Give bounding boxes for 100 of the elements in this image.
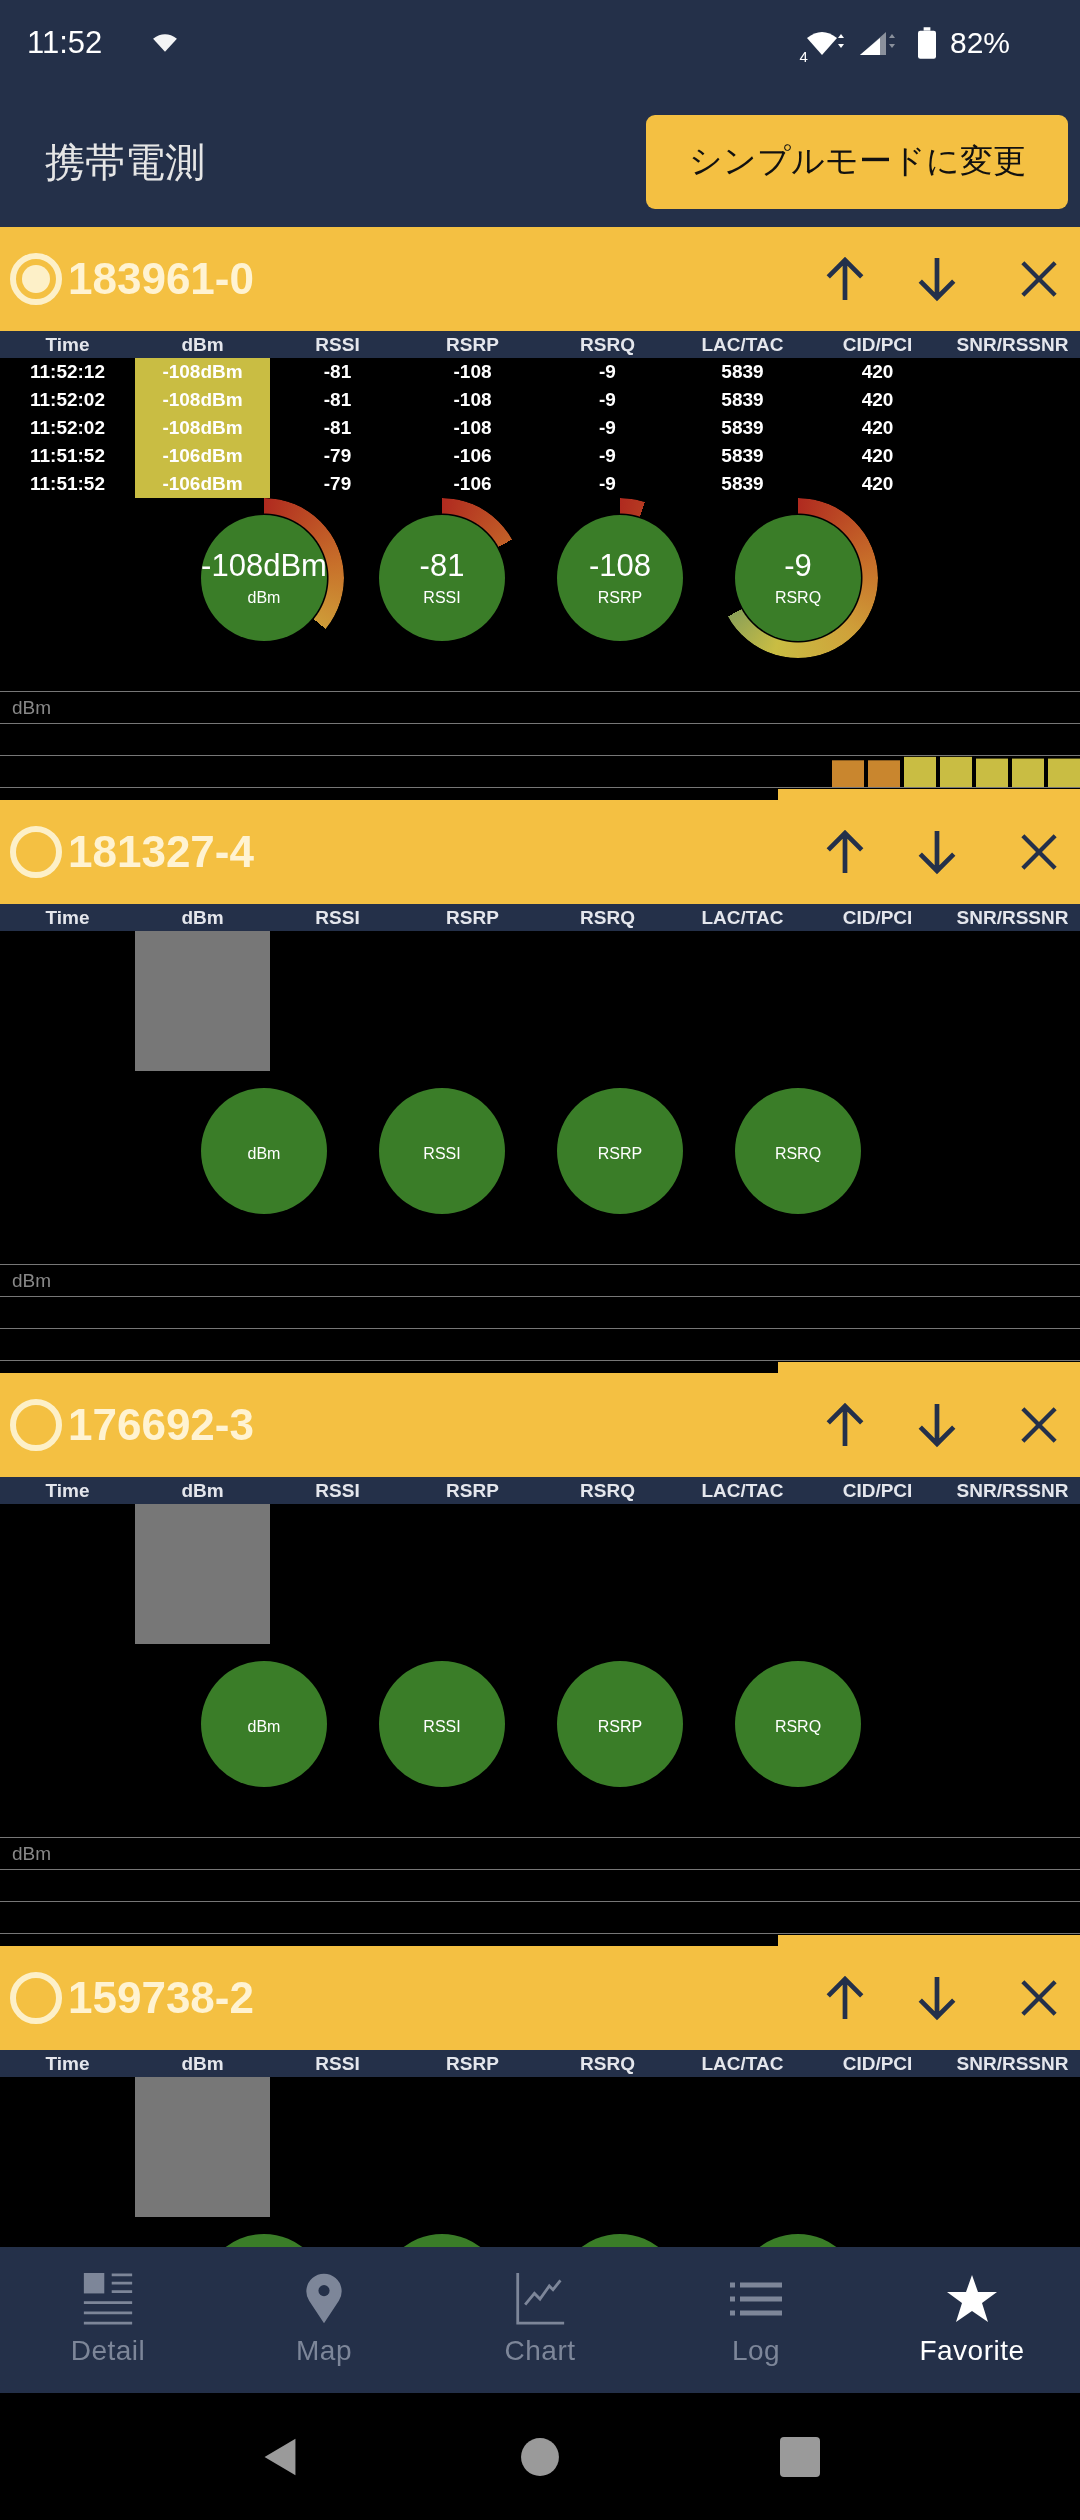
table-cell: -9: [599, 473, 616, 495]
battery-percent: 82%: [949, 25, 1010, 60]
table-cell: -108dBm: [162, 417, 243, 439]
gauge-label: RSSI: [423, 1718, 461, 1736]
gauge-label: RSRQ: [774, 589, 822, 608]
table-cell: 420: [861, 417, 894, 439]
table-cell: 420: [861, 389, 894, 411]
arrow-down-icon[interactable]: [916, 1402, 958, 1448]
arrow-up-icon[interactable]: [824, 256, 866, 302]
gauge-label: RSRP: [597, 589, 643, 608]
gauge-value: -108dBm: [201, 548, 327, 584]
radio-button[interactable]: [10, 1399, 62, 1451]
star-icon: [946, 2273, 998, 2325]
arrow-down-icon[interactable]: [916, 1975, 958, 2021]
table-cell: -106dBm: [162, 473, 243, 495]
column-header: RSSI: [315, 906, 360, 929]
column-header: LAC/TAC: [701, 2052, 784, 2075]
column-header: SNR/RSSNR: [956, 2052, 1069, 2075]
arrow-down-icon[interactable]: [916, 256, 958, 302]
close-icon[interactable]: [1020, 1406, 1058, 1444]
column-header: RSRP: [446, 906, 499, 929]
table-cell: -106dBm: [162, 445, 243, 467]
cell-id: 183961-0: [68, 254, 254, 304]
table-cell: -79: [323, 473, 352, 495]
table-cell: -81: [323, 361, 352, 383]
table-cell: -108: [453, 389, 492, 411]
table-cell: 11:52:02: [30, 389, 105, 411]
chart-label: dBm: [12, 1842, 52, 1865]
table-cell: 5839: [721, 361, 764, 383]
gauge-label: dBm: [247, 589, 281, 608]
column-header: SNR/RSSNR: [956, 333, 1069, 356]
column-header: RSRP: [446, 333, 499, 356]
gauge-label: RSSI: [423, 1145, 461, 1163]
nav-tab[interactable]: Map: [216, 2247, 432, 2393]
app-title: 携帯電測: [45, 137, 205, 187]
column-header: LAC/TAC: [701, 906, 784, 929]
nav-tab[interactable]: Chart: [432, 2247, 648, 2393]
gauge-label: RSSI: [423, 589, 461, 608]
table-cell: 11:52:02: [30, 417, 105, 439]
cell-id: 181327-4: [68, 827, 254, 877]
table-cell: -81: [323, 389, 352, 411]
column-header: LAC/TAC: [701, 1479, 784, 1502]
gauge-value: -108: [588, 548, 651, 584]
gauge-label: RSRP: [597, 1718, 643, 1736]
table-cell: -9: [599, 389, 616, 411]
arrow-down-icon[interactable]: [916, 829, 958, 875]
radio-button[interactable]: [10, 253, 62, 305]
table-cell: -9: [599, 361, 616, 383]
arrow-up-icon[interactable]: [824, 1402, 866, 1448]
column-header: RSRQ: [580, 906, 635, 929]
table-cell: 5839: [721, 445, 764, 467]
column-header: SNR/RSSNR: [956, 906, 1069, 929]
column-header: dBm: [181, 2052, 224, 2075]
column-header: LAC/TAC: [701, 333, 784, 356]
nav-tab[interactable]: Log: [648, 2247, 864, 2393]
nav-tab[interactable]: Favorite: [864, 2247, 1080, 2393]
wifi-icon: [152, 32, 179, 53]
recents-icon[interactable]: [780, 2436, 820, 2477]
gauge-value: -9: [784, 548, 812, 584]
radio-button[interactable]: [10, 1972, 62, 2024]
gauge-label: RSRQ: [774, 1718, 822, 1736]
column-header: RSRQ: [580, 2052, 635, 2075]
close-icon[interactable]: [1020, 833, 1058, 871]
gauge-value: -81: [419, 548, 465, 584]
column-header: Time: [45, 906, 90, 929]
home-icon[interactable]: [520, 2436, 560, 2477]
gauge-label: dBm: [247, 1718, 281, 1736]
column-header: Time: [45, 333, 90, 356]
column-header: RSRP: [446, 2052, 499, 2075]
table-cell: -106: [453, 473, 492, 495]
cell-id: 176692-3: [68, 1400, 254, 1450]
cell-id: 159738-2: [68, 1973, 254, 2023]
simple-mode-button[interactable]: シンプルモードに変更: [646, 114, 1068, 209]
column-header: dBm: [181, 906, 224, 929]
column-header: CID/PCI: [842, 333, 913, 356]
column-header: CID/PCI: [842, 906, 913, 929]
close-icon[interactable]: [1020, 260, 1058, 298]
table-cell: -108dBm: [162, 389, 243, 411]
table-cell: -81: [323, 417, 352, 439]
arrow-up-icon[interactable]: [824, 829, 866, 875]
table-cell: 420: [861, 445, 894, 467]
nav-tab[interactable]: Detail: [0, 2247, 216, 2393]
column-header: RSSI: [315, 2052, 360, 2075]
line-chart-icon: [514, 2273, 566, 2325]
radio-button[interactable]: [10, 826, 62, 878]
table-cell: -79: [323, 445, 352, 467]
table-cell: 11:51:52: [30, 445, 105, 467]
table-cell: -106: [453, 445, 492, 467]
arrow-up-icon[interactable]: [824, 1975, 866, 2021]
column-header: dBm: [181, 1479, 224, 1502]
chart-label: dBm: [12, 696, 52, 719]
column-header: CID/PCI: [842, 2052, 913, 2075]
table-cell: 5839: [721, 473, 764, 495]
close-icon[interactable]: [1020, 1979, 1058, 2017]
battery-icon: [917, 26, 936, 59]
gauge-label: dBm: [247, 1145, 281, 1163]
clock: 11:52: [27, 24, 103, 61]
column-header: SNR/RSSNR: [956, 1479, 1069, 1502]
table-cell: -9: [599, 417, 616, 439]
table-cell: 420: [861, 473, 894, 495]
